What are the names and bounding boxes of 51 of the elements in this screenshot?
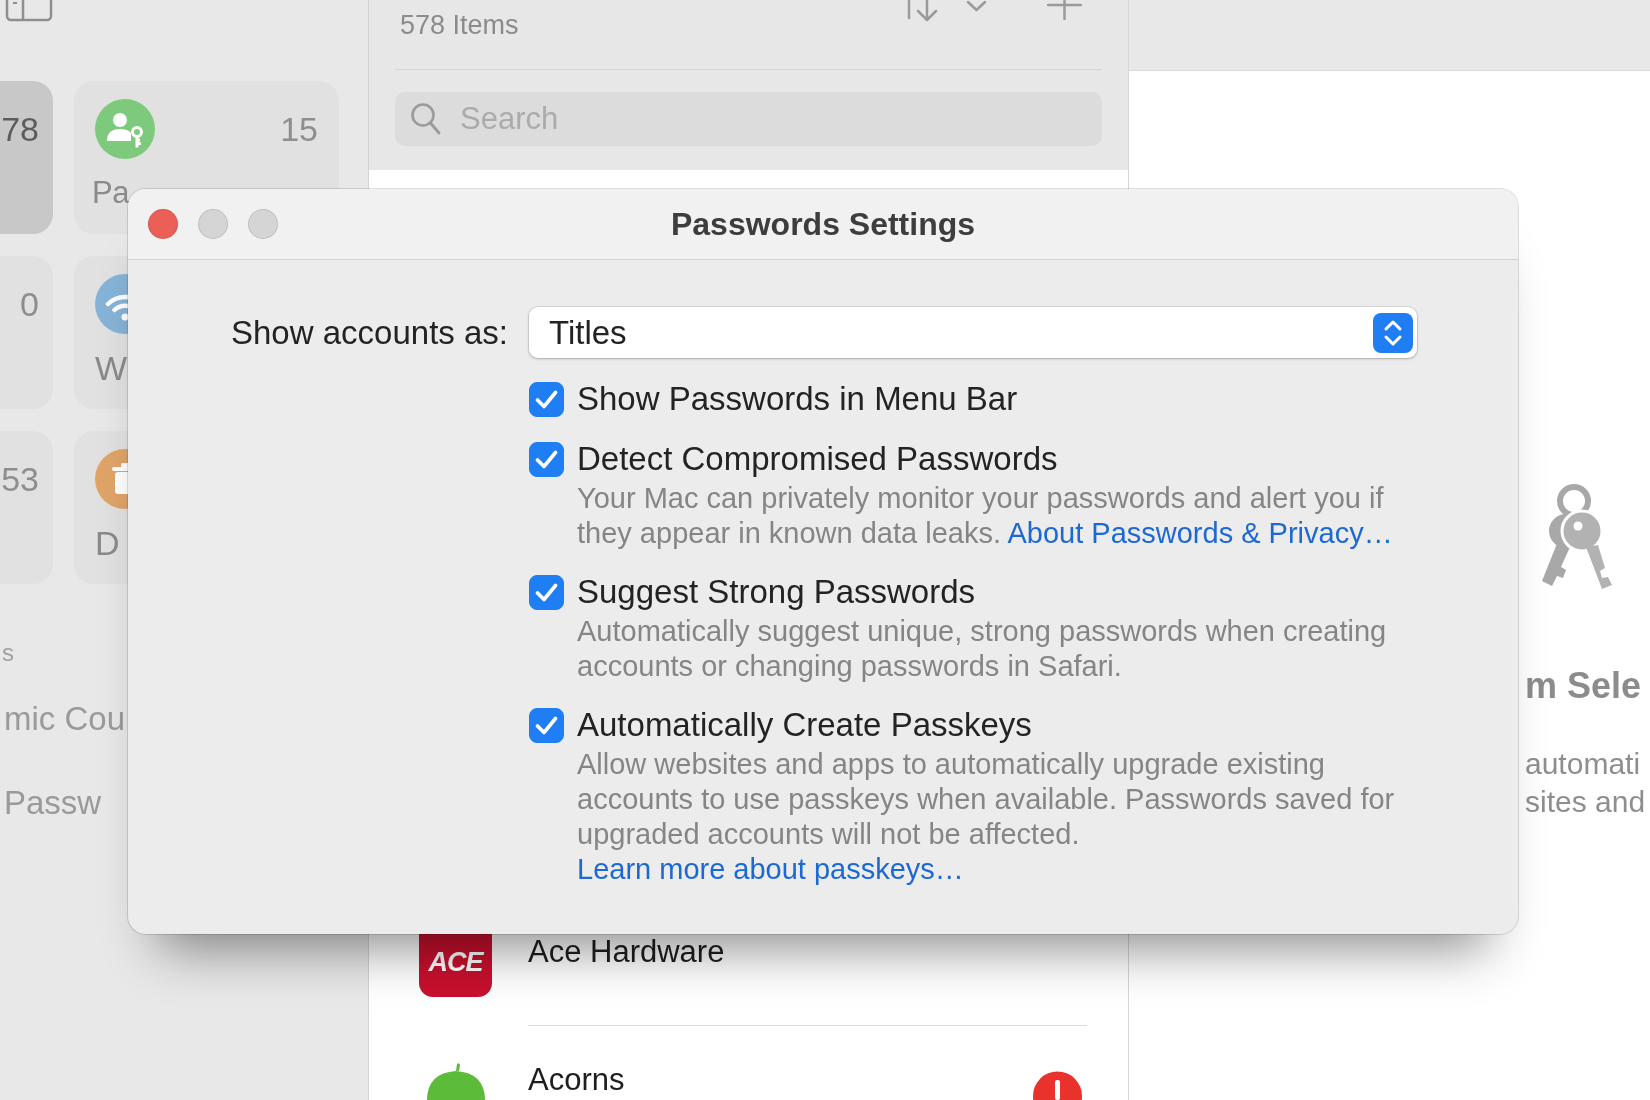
chevron-down-icon[interactable] bbox=[966, 0, 987, 12]
sidebar-tile[interactable]: 0 bbox=[0, 256, 53, 409]
tile-count: 53 bbox=[1, 459, 39, 499]
sidebar-tile[interactable]: D bbox=[74, 431, 128, 584]
checkbox[interactable] bbox=[529, 574, 564, 610]
sidebar-tile[interactable]: 78 bbox=[0, 81, 53, 234]
tile-label: D bbox=[95, 528, 120, 558]
window-title: Passwords Settings bbox=[670, 205, 976, 243]
sidebar-item[interactable]: Passw bbox=[0, 783, 102, 823]
tile-label: Pa bbox=[92, 178, 129, 208]
popup-button[interactable]: Titles bbox=[529, 307, 1417, 358]
option-label: Show Passwords in Menu Bar bbox=[577, 380, 1019, 418]
search-icon bbox=[410, 102, 441, 135]
option-label: Suggest Strong Passwords bbox=[577, 573, 977, 611]
sidebar-toggle-icon[interactable] bbox=[5, 0, 53, 22]
sidebar-item[interactable]: mic Cou bbox=[0, 699, 126, 739]
checkmark-icon bbox=[535, 449, 558, 469]
item-count: 578 Items bbox=[400, 9, 519, 42]
sidebar-tile[interactable]: W bbox=[74, 256, 128, 409]
sidebar-tile[interactable]: 53 bbox=[0, 431, 53, 584]
checkbox[interactable] bbox=[529, 441, 564, 477]
field-label: Show accounts as: bbox=[231, 313, 508, 352]
tile-count: 0 bbox=[20, 284, 39, 324]
checkmark-icon bbox=[535, 715, 558, 735]
tile-label: W bbox=[95, 353, 128, 383]
help-link[interactable]: Learn more about passkeys… bbox=[577, 853, 964, 885]
checkmark-icon bbox=[535, 582, 558, 602]
list-row[interactable]: Acorns bbox=[369, 1026, 1128, 1100]
zoom-button[interactable] bbox=[248, 209, 278, 239]
app-logo: ACE bbox=[419, 934, 492, 997]
tile-count: 15 bbox=[280, 109, 318, 149]
section-heading: s bbox=[1, 638, 14, 668]
option-description: Your Mac can privately monitor your passwords and alert you if they appear in known data leaks. About Passwords & Privacy… bbox=[577, 481, 1394, 551]
plus-icon[interactable] bbox=[1047, 0, 1082, 20]
acorn-icon bbox=[425, 1063, 486, 1100]
option-label: Detect Compromised Passwords bbox=[577, 440, 1059, 478]
option-label: Automatically Create Passkeys bbox=[577, 706, 1033, 744]
help-link[interactable]: About Passwords & Privacy… bbox=[1007, 517, 1393, 549]
checkbox[interactable] bbox=[529, 381, 564, 417]
tile-count: 78 bbox=[1, 109, 39, 149]
close-button[interactable] bbox=[148, 209, 178, 239]
empty-state-title: m Sele bbox=[1525, 665, 1642, 707]
checkbox[interactable] bbox=[529, 707, 564, 743]
checkmark-icon bbox=[535, 389, 558, 409]
minimize-button[interactable] bbox=[198, 209, 228, 239]
up-down-chevron-icon bbox=[1373, 312, 1413, 353]
option-description: Allow websites and apps to automatically upgrade existing accounts to use passkeys when available. Passwords saved for upgraded accounts will not be affected. Learn more about passkeys… bbox=[577, 747, 1396, 887]
item-title: Acorns bbox=[528, 1062, 625, 1098]
item-title: Ace Hardware bbox=[528, 935, 725, 969]
empty-state-description: automati sites and bbox=[1525, 746, 1646, 820]
option-description: Automatically suggest unique, strong passwords when creating accounts or changing passwords in Safari. bbox=[577, 614, 1388, 684]
